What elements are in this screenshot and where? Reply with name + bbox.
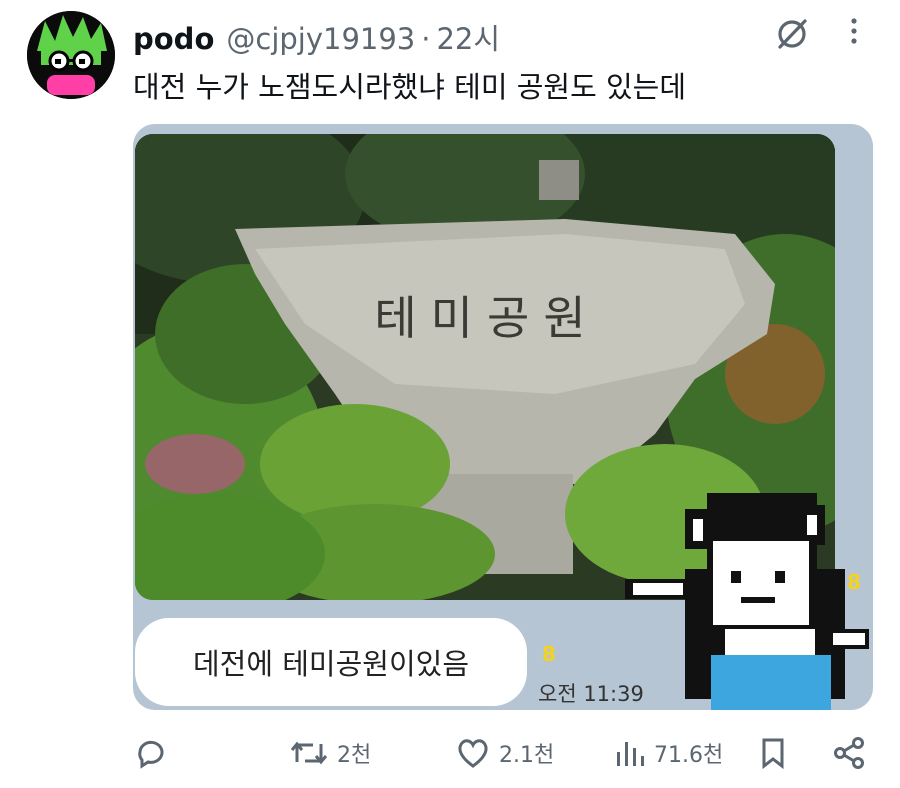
- more-options-icon[interactable]: [842, 15, 866, 51]
- user-handle[interactable]: @cjpjy19193: [226, 22, 415, 56]
- avatar[interactable]: [27, 11, 115, 99]
- post-time[interactable]: 22시: [436, 16, 500, 58]
- post-header: podo @cjpjy19193 · 22시: [133, 16, 500, 56]
- grok-icon[interactable]: [775, 17, 809, 51]
- views-button[interactable]: 71.6천: [614, 728, 723, 778]
- bookmark-button[interactable]: [758, 728, 788, 778]
- repost-count: 2천: [337, 743, 372, 768]
- views-icon: [617, 742, 644, 766]
- pixel-character-sprite: [615, 479, 873, 710]
- display-name[interactable]: podo: [133, 22, 214, 56]
- like-button[interactable]: 2.1천: [455, 728, 554, 778]
- chat-bubble: 데전에 테미공원이있음: [135, 618, 527, 706]
- like-count: 2.1천: [499, 743, 555, 768]
- reply-icon: [138, 740, 164, 769]
- share-icon: [834, 737, 864, 769]
- repost-icon: [290, 741, 328, 765]
- share-button[interactable]: [832, 728, 866, 778]
- avatar-character-icon: [27, 11, 115, 99]
- media-card[interactable]: 테미공원 데전에 테미공원이있음 8 8 오전 11:39: [133, 124, 873, 710]
- repost-button[interactable]: 2천: [289, 728, 371, 778]
- stone-inscription: 테미공원: [374, 291, 599, 345]
- heart-icon: [458, 739, 488, 768]
- unread-count: 8: [542, 642, 556, 666]
- bookmark-icon: [762, 738, 784, 770]
- post-text: 대전 누가 노잼도시라했냐 테미 공원도 있는데: [133, 70, 687, 104]
- action-bar: 2천 2.1천 71.6천: [0, 728, 900, 778]
- reply-button[interactable]: [134, 728, 176, 778]
- views-count: 71.6천: [654, 743, 724, 768]
- header-separator: ·: [421, 22, 431, 56]
